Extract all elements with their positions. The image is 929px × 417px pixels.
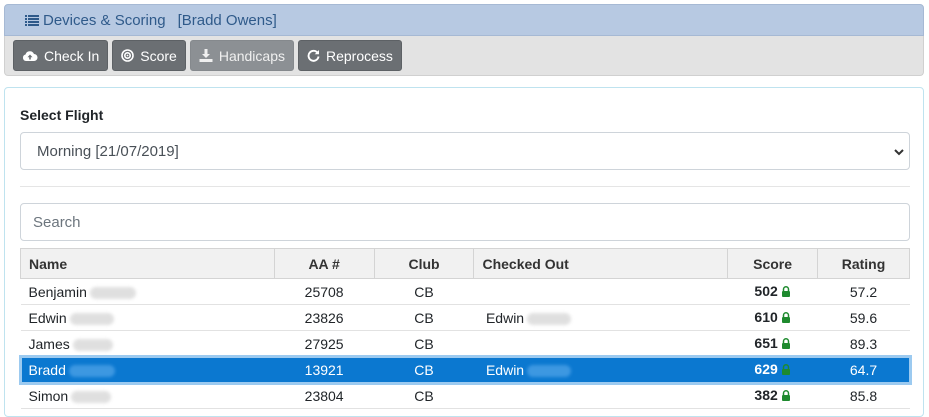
col-header-checked-out[interactable]: Checked Out [473, 248, 729, 279]
checked-out-cell [473, 330, 728, 357]
reprocess-label: Reprocess [325, 47, 393, 64]
name-cell: Simon [20, 382, 275, 409]
score-cell: 502 [727, 278, 818, 305]
flight-select[interactable]: Morning [21/07/2019] [20, 132, 910, 170]
rating-cell: 85.8 [817, 382, 910, 409]
col-header-aa[interactable]: AA # [273, 248, 375, 279]
club-cell: CB [374, 382, 474, 409]
divider [20, 186, 910, 187]
list-icon [25, 14, 39, 26]
reprocess-button[interactable]: Reprocess [297, 40, 402, 71]
club-cell: CB [374, 356, 474, 383]
lock-icon [781, 388, 791, 404]
owner-name: [Bradd Owens] [177, 11, 277, 29]
score-cell: 382 [727, 382, 818, 409]
name-cell: Benjamin [20, 278, 275, 305]
club-cell: CB [374, 278, 474, 305]
checked-out-cell: Edwin [473, 356, 728, 383]
score-cell: 651 [727, 330, 818, 357]
table-row[interactable]: Edwin 23826 CB Edwin 610 59.6 [20, 304, 910, 331]
aa-cell: 23826 [274, 304, 375, 331]
cloud-upload-icon [22, 50, 38, 62]
checked-out-cell [473, 382, 728, 409]
table-row[interactable]: James 27925 CB 651 89.3 [20, 330, 910, 357]
devices-panel: Select Flight Morning [21/07/2019] Name … [4, 87, 924, 417]
aa-cell: 25708 [274, 278, 375, 305]
col-header-club[interactable]: Club [373, 248, 475, 279]
check-in-button[interactable]: Check In [13, 40, 109, 71]
rating-cell: 64.7 [817, 356, 910, 383]
score-cell: 629 [727, 356, 818, 383]
name-cell: James [20, 330, 275, 357]
handicaps-label: Handicaps [218, 47, 285, 64]
rating-cell: 89.3 [817, 330, 910, 357]
aa-cell: 27925 [274, 330, 375, 357]
refresh-icon [307, 49, 320, 62]
aa-cell: 23804 [274, 382, 375, 409]
col-header-name[interactable]: Name [20, 248, 275, 279]
target-icon [121, 49, 135, 62]
rating-cell: 59.6 [817, 304, 910, 331]
download-icon [199, 49, 213, 62]
lock-icon [781, 362, 791, 378]
flight-selected-value: Morning [21/07/2019] [37, 142, 179, 160]
aa-cell: 13921 [274, 356, 375, 383]
score-button[interactable]: Score [112, 40, 186, 71]
page-header: Devices & Scoring [Bradd Owens] [4, 4, 924, 36]
score-label: Score [140, 47, 177, 64]
players-table: Name AA # Club Checked Out Score Rating … [18, 248, 912, 409]
chevron-down-icon [893, 145, 905, 162]
col-header-rating[interactable]: Rating [817, 248, 910, 279]
club-cell: CB [374, 304, 474, 331]
name-cell: Edwin [20, 304, 275, 331]
rating-cell: 57.2 [817, 278, 910, 305]
table-header-row: Name AA # Club Checked Out Score Rating [20, 248, 910, 279]
score-cell: 610 [727, 304, 818, 331]
table-row[interactable]: Simon 23804 CB 382 85.8 [20, 382, 910, 409]
checked-out-cell [473, 278, 728, 305]
lock-icon [781, 310, 791, 326]
table-row[interactable]: Benjamin 25708 CB 502 57.2 [20, 278, 910, 305]
lock-icon [781, 336, 791, 352]
club-cell: CB [374, 330, 474, 357]
handicaps-button[interactable]: Handicaps [189, 40, 294, 71]
lock-icon [781, 284, 791, 300]
select-flight-label: Select Flight [20, 107, 104, 123]
name-cell: Bradd [20, 356, 275, 383]
table-row-selected[interactable]: Bradd 13921 CB Edwin 629 64.7 [18, 354, 912, 385]
col-header-score[interactable]: Score [727, 248, 819, 279]
checked-out-cell: Edwin [473, 304, 728, 331]
toolbar: Check In Score Handicaps Reprocess [4, 36, 924, 76]
page-title: Devices & Scoring [43, 11, 166, 29]
search-input[interactable] [20, 203, 910, 241]
check-in-label: Check In [44, 47, 100, 64]
